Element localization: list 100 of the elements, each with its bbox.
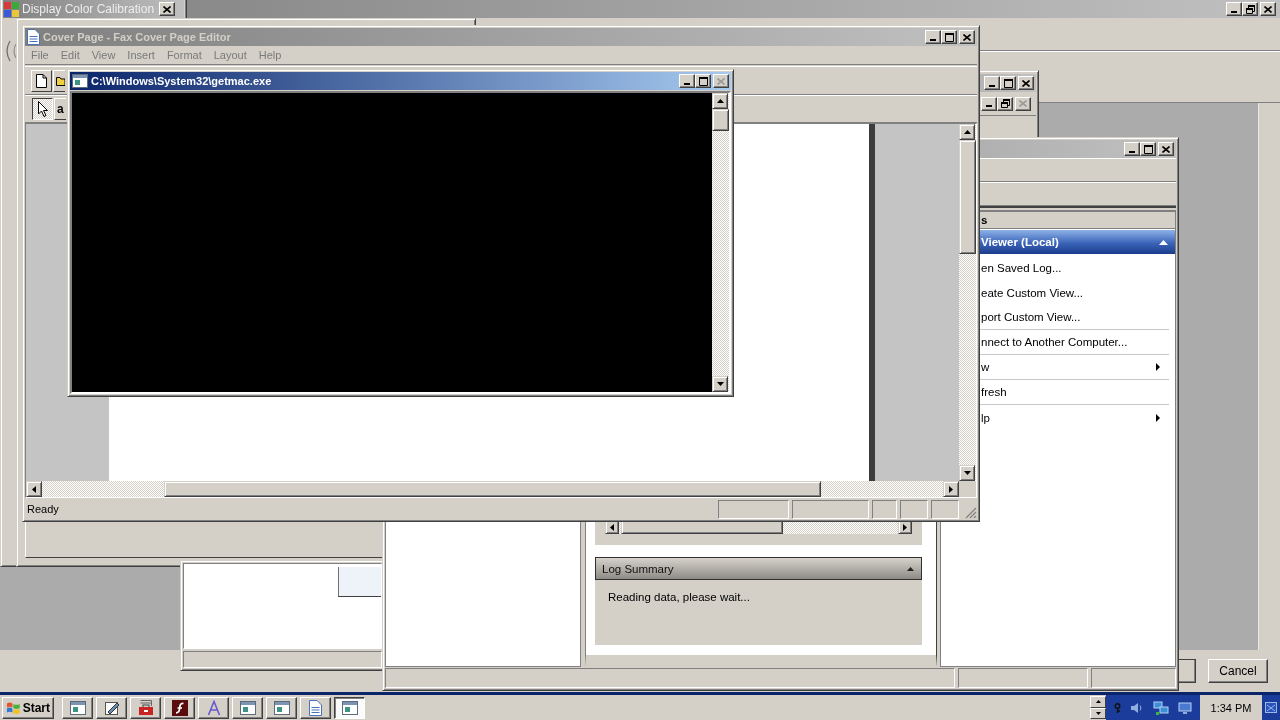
maximize-button[interactable] <box>1140 142 1156 156</box>
scroll-up-button[interactable] <box>712 93 728 109</box>
left-arrow-icon <box>610 523 614 531</box>
pointer-tool[interactable] <box>32 98 53 120</box>
text-tool[interactable]: a <box>54 98 66 120</box>
action-item[interactable]: eate Custom View... <box>980 280 1169 305</box>
up-arrow-icon <box>963 130 971 134</box>
scroll-down-button[interactable] <box>959 465 975 481</box>
page-icon <box>36 73 47 88</box>
down-arrow-icon <box>716 382 724 386</box>
status-pane <box>718 500 789 519</box>
close-button[interactable] <box>159 2 176 16</box>
minimize-button[interactable] <box>1124 142 1140 156</box>
scroll-left-button[interactable] <box>26 481 42 497</box>
minimize-button[interactable] <box>981 96 997 111</box>
maximize-button[interactable] <box>1000 76 1016 90</box>
start-button[interactable]: Start <box>2 696 54 719</box>
close-button[interactable] <box>1260 2 1276 16</box>
status-pane <box>872 500 897 519</box>
restore-icon <box>1000 99 1010 108</box>
clock-time: 1:34 PM <box>1210 701 1252 714</box>
open-button[interactable] <box>53 69 65 92</box>
taskbar-button[interactable] <box>334 696 365 719</box>
window-title: Cover Page - Fax Cover Page Editor <box>43 31 231 43</box>
new-button[interactable] <box>31 69 52 92</box>
submenu-arrow-icon <box>1156 413 1160 422</box>
left-arrow-icon <box>32 485 36 493</box>
color-squares-icon <box>4 1 19 17</box>
window-title: C:\Windows\System32\getmac.exe <box>91 75 272 87</box>
script-f-icon <box>171 699 188 716</box>
document-icon <box>27 29 40 45</box>
document-icon <box>309 699 322 716</box>
toolbox-icon <box>137 699 154 716</box>
speaker-icon <box>1130 701 1145 714</box>
scroll-right-button[interactable] <box>943 481 959 497</box>
submenu-arrow-icon <box>1156 363 1160 371</box>
scroll-down-button[interactable] <box>712 376 728 392</box>
close-icon <box>1162 145 1170 153</box>
restore-button[interactable] <box>1242 2 1258 16</box>
window-title: Display Color Calibration <box>22 2 155 16</box>
up-arrow-icon <box>1095 700 1101 704</box>
section-header[interactable]: Log Summary <box>595 557 922 580</box>
minimize-button[interactable] <box>984 76 1000 90</box>
up-arrow-icon <box>716 99 724 103</box>
monitor-icon <box>1177 701 1192 714</box>
close-button[interactable] <box>959 30 975 44</box>
close-icon <box>1022 79 1030 87</box>
status-pane <box>931 500 959 519</box>
window-icon <box>239 700 256 715</box>
key-icon <box>1114 702 1122 713</box>
window-icon <box>273 700 290 715</box>
section-title: Log Summary <box>602 562 674 575</box>
restore-button[interactable] <box>997 96 1013 111</box>
window-icon <box>72 74 88 88</box>
action-item[interactable]: lp <box>980 405 1169 430</box>
minimize-button[interactable] <box>1226 2 1242 16</box>
font-icon <box>205 699 222 716</box>
arc-drawing <box>4 40 18 62</box>
horizontal-scrollbar[interactable] <box>26 481 959 497</box>
right-arrow-icon <box>949 485 953 493</box>
maximize-icon <box>944 32 954 42</box>
restore-icon <box>1245 4 1255 14</box>
status-message: Reading data, please wait... <box>608 591 750 603</box>
crossed-square-icon <box>1265 702 1277 713</box>
maximize-icon <box>1143 144 1153 154</box>
cancel-button[interactable]: Cancel <box>1208 659 1268 683</box>
scroll-thumb[interactable] <box>164 481 821 497</box>
section-title: Viewer (Local) <box>981 236 1059 248</box>
vertical-scrollbar[interactable] <box>959 124 976 481</box>
right-arrow-icon <box>903 523 907 531</box>
folder-icon <box>56 75 65 86</box>
maximize-button[interactable] <box>941 30 957 44</box>
window-icon <box>341 700 358 715</box>
scroll-up-button[interactable] <box>959 124 975 140</box>
floating-panel <box>338 567 381 597</box>
cursor-icon <box>37 101 48 117</box>
maximize-icon <box>698 76 708 86</box>
action-item[interactable]: en Saved Log... <box>980 255 1169 280</box>
down-arrow-icon <box>963 471 971 475</box>
vertical-scrollbar[interactable] <box>712 93 729 392</box>
down-arrow-icon <box>1095 711 1101 715</box>
maximize-icon <box>1003 78 1013 88</box>
pane-heading: s <box>980 212 1175 229</box>
maximize-button[interactable] <box>695 74 711 88</box>
scroll-thumb[interactable] <box>959 140 976 254</box>
minimize-button[interactable] <box>679 74 695 88</box>
minimize-button[interactable] <box>925 30 941 44</box>
close-icon <box>1019 100 1027 107</box>
scroll-thumb[interactable] <box>712 109 729 131</box>
close-button[interactable] <box>1158 142 1174 156</box>
tray-button[interactable] <box>1262 695 1280 720</box>
status-text: Ready <box>26 502 60 517</box>
resize-grip-icon <box>965 507 977 519</box>
window-icon <box>69 700 86 715</box>
pen-icon <box>103 699 120 716</box>
status-pane <box>900 500 928 519</box>
close-icon <box>163 5 172 13</box>
close-button[interactable] <box>1018 76 1034 90</box>
flag-icon <box>6 700 21 715</box>
section-header[interactable]: Viewer (Local) <box>980 230 1175 254</box>
